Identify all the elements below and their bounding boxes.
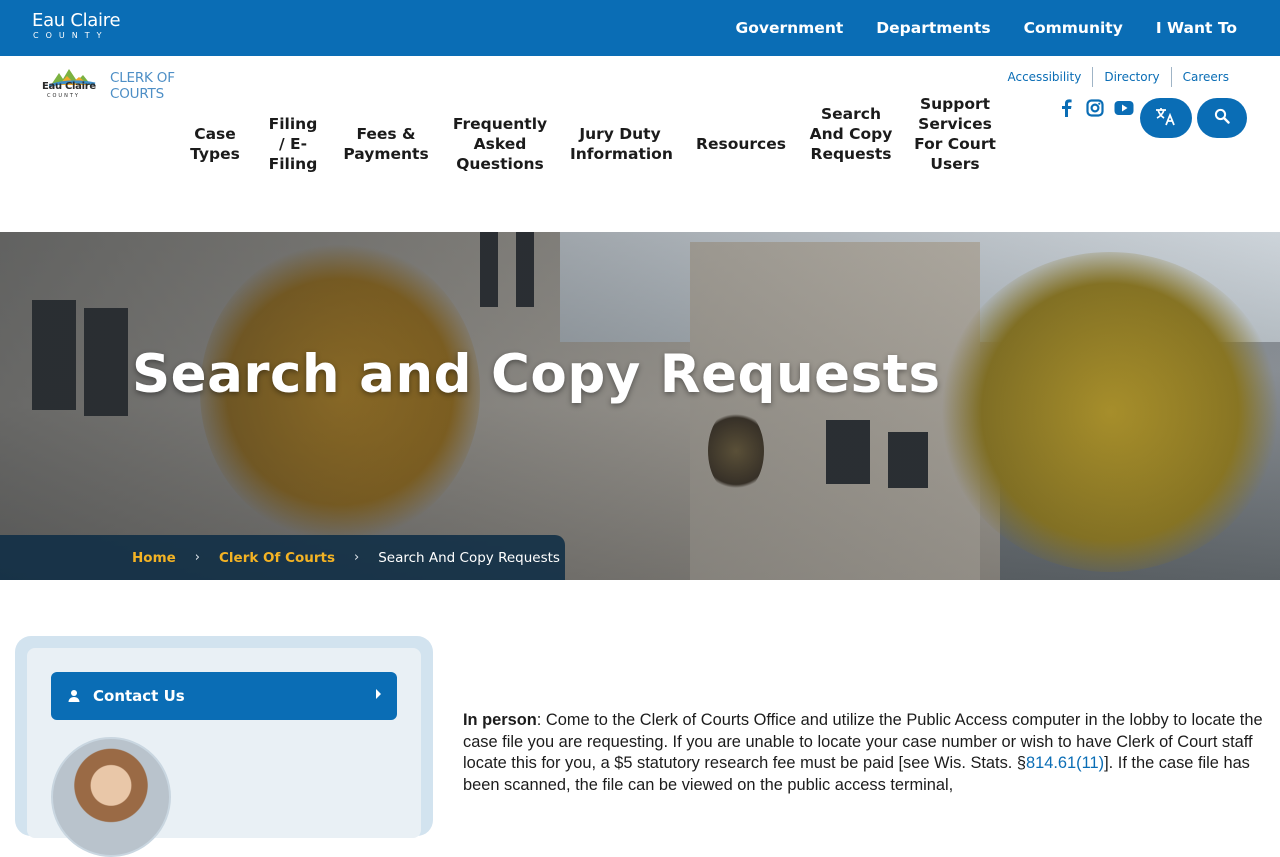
facebook-icon[interactable] <box>1056 98 1076 118</box>
nav-community[interactable]: Community <box>1024 19 1123 37</box>
nav-i-want-to[interactable]: I Want To <box>1156 19 1237 37</box>
nav-faq[interactable]: Frequently Asked Questions <box>450 114 550 174</box>
statute-link[interactable]: 814.61(11) <box>1026 754 1104 772</box>
chevron-right-icon <box>376 689 381 699</box>
in-person-paragraph: In person: Come to the Clerk of Courts O… <box>463 710 1263 796</box>
social-links <box>1056 98 1134 118</box>
logo-title-line-1: CLERK OF <box>110 70 175 86</box>
breadcrumb-clerk-of-courts[interactable]: Clerk Of Courts <box>219 550 335 566</box>
translate-button[interactable] <box>1140 98 1192 138</box>
breadcrumb: Home › Clerk Of Courts › Search And Copy… <box>0 535 565 580</box>
logo-title: CLERK OF COURTS <box>110 70 175 102</box>
hero-banner: Search and Copy Requests Home › Clerk Of… <box>0 232 1280 580</box>
nav-jury-duty[interactable]: Jury Duty Information <box>570 124 673 164</box>
careers-link[interactable]: Careers <box>1170 67 1240 87</box>
accessibility-link[interactable]: Accessibility <box>996 67 1092 87</box>
person-icon <box>67 689 81 703</box>
county-nav: Government Departments Community I Want … <box>735 0 1237 56</box>
department-header: Eau Claire COUNTY CLERK OF COURTS Case T… <box>0 56 1280 232</box>
county-mark-icon: Eau Claire COUNTY <box>41 67 101 103</box>
logo-small-text: Eau Claire <box>42 81 96 92</box>
breadcrumb-separator: › <box>194 550 200 565</box>
utility-links: Accessibility Directory Careers <box>996 67 1240 87</box>
nav-fees-payments[interactable]: Fees & Payments <box>342 124 430 164</box>
search-icon <box>1214 108 1230 128</box>
nav-government[interactable]: Government <box>735 19 843 37</box>
instagram-icon[interactable] <box>1085 98 1105 118</box>
breadcrumb-home[interactable]: Home <box>132 550 176 566</box>
nav-case-types[interactable]: Case Types <box>186 124 244 164</box>
county-logo-name: Eau Claire <box>32 10 121 31</box>
sidebar-panel: Contact Us <box>27 648 421 857</box>
hero-overlay <box>0 232 1280 580</box>
in-person-heading: In person <box>463 711 537 729</box>
county-logo-sub: COUNTY <box>33 31 109 40</box>
contact-us-button[interactable]: Contact Us <box>51 672 397 720</box>
translate-icon <box>1155 106 1177 130</box>
breadcrumb-separator: › <box>354 550 360 565</box>
nav-support-services[interactable]: Support Services For Court Users <box>912 94 998 174</box>
contact-us-label: Contact Us <box>93 687 185 705</box>
clerk-of-courts-logo[interactable]: Eau Claire COUNTY CLERK OF COURTS <box>41 67 191 107</box>
page-title: Search and Copy Requests <box>132 344 941 405</box>
avatar <box>51 737 171 857</box>
logo-tiny-text: COUNTY <box>47 93 80 99</box>
youtube-icon[interactable] <box>1114 98 1134 118</box>
nav-filing[interactable]: Filing / E-Filing <box>265 114 321 174</box>
nav-departments[interactable]: Departments <box>876 19 990 37</box>
breadcrumb-current: Search And Copy Requests <box>378 549 560 566</box>
main-content: In person: Come to the Clerk of Courts O… <box>463 710 1263 796</box>
directory-link[interactable]: Directory <box>1092 67 1170 87</box>
nav-resources[interactable]: Resources <box>692 134 790 154</box>
county-top-bar: Eau Claire COUNTY Government Departments… <box>0 0 1280 56</box>
county-logo[interactable]: Eau Claire COUNTY <box>32 10 121 41</box>
sidebar: Contact Us <box>15 636 433 857</box>
logo-title-line-2: COURTS <box>110 86 164 102</box>
search-button[interactable] <box>1197 98 1247 138</box>
nav-search-copy-requests[interactable]: Search And Copy Requests <box>808 104 894 164</box>
